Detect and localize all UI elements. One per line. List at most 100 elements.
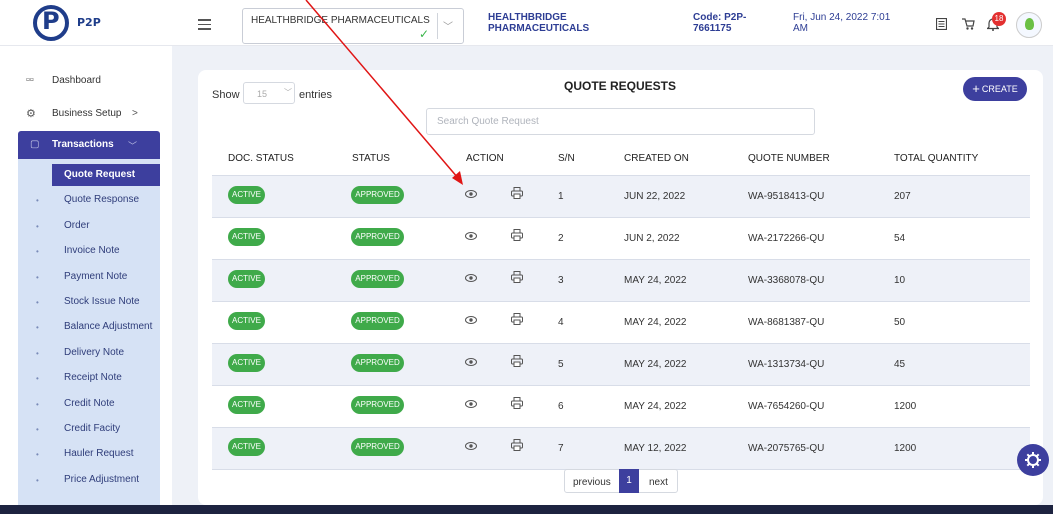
chevron-down-icon: ﹀ [284, 88, 292, 97]
sidebar-subitem-quote-request[interactable]: Quote Request [52, 164, 160, 186]
company-select[interactable]: HEALTHBRIDGE PHARMACEUTICALS ✓ ﹀ [242, 8, 464, 44]
quote-number-cell: WA-1313734-QU [748, 359, 825, 370]
sidebar-subitem-price-adjustment[interactable]: • Price Adjustment [18, 469, 160, 491]
column-header[interactable]: TOTAL QUANTITY [894, 153, 978, 164]
notification-badge: 18 [992, 12, 1006, 26]
column-header[interactable]: ACTION [466, 153, 504, 164]
sidebar-subitem-credit-note[interactable]: • Credit Note [18, 393, 160, 415]
create-button[interactable]: + CREATE [963, 77, 1027, 101]
dashboard-icon: ▫▫ [26, 74, 34, 86]
transactions-icon: ▢ [30, 139, 40, 150]
search-input[interactable] [426, 108, 815, 135]
printer-icon[interactable] [511, 439, 523, 451]
doc-status-badge: ACTIVE [228, 312, 265, 330]
plus-icon: + [972, 81, 980, 96]
settings-fab[interactable] [1017, 444, 1049, 476]
bullet-icon: • [36, 399, 39, 409]
status-badge: APPROVED [351, 438, 404, 456]
column-header[interactable]: S/N [558, 153, 575, 164]
status-badge: APPROVED [351, 396, 404, 414]
eye-icon[interactable] [465, 273, 477, 283]
sn-cell: 7 [558, 443, 564, 454]
eye-icon[interactable] [465, 399, 477, 409]
sidebar-subitem-receipt-note[interactable]: • Receipt Note [18, 367, 160, 389]
sidebar-subitem-payment-note[interactable]: • Payment Note [18, 266, 160, 288]
gear-icon: ⚙ [26, 108, 36, 120]
next-page-button[interactable]: next [649, 477, 668, 488]
eye-icon[interactable] [465, 189, 477, 199]
chevron-down-icon[interactable]: ﹀ [443, 18, 453, 33]
status-badge: APPROVED [351, 354, 404, 372]
doc-status-badge: ACTIVE [228, 186, 265, 204]
sidebar-subitem-hauler-request[interactable]: • Hauler Request [18, 443, 160, 465]
bullet-icon: • [36, 374, 39, 384]
sidebar-subitem-invoice-note[interactable]: • Invoice Note [18, 240, 160, 262]
sidebar-subitem-delivery-note[interactable]: • Delivery Note [18, 342, 160, 364]
sidebar-subitem-stock-issue-note[interactable]: • Stock Issue Note [18, 291, 160, 313]
total-quantity-cell: 1200 [894, 401, 917, 412]
company-code: Code: P2P-7661175 [693, 12, 747, 34]
bottom-bar [0, 505, 1053, 514]
column-header[interactable]: CREATED ON [624, 153, 689, 164]
quote-number-cell: WA-3368078-QU [748, 275, 825, 286]
sidebar-subitem-credit-facity[interactable]: • Credit Facity [18, 418, 160, 440]
previous-page-button[interactable]: previous [573, 477, 611, 488]
eye-icon[interactable] [465, 441, 477, 451]
total-quantity-cell: 54 [894, 233, 906, 244]
quote-number-cell: WA-2075765-QU [748, 443, 825, 454]
sidebar-item-business-setup[interactable]: ⚙ Business Setup > [18, 105, 160, 125]
created-on-cell: MAY 24, 2022 [624, 275, 687, 286]
column-header[interactable]: QUOTE NUMBER [748, 153, 830, 164]
sidebar-subitem-balance-adjustment[interactable]: • Balance Adjustment [18, 316, 160, 338]
column-header[interactable]: STATUS [352, 153, 390, 164]
sn-cell: 2 [558, 233, 564, 244]
sidebar-item-transactions[interactable]: ▢ Transactions ﹀ [18, 131, 160, 159]
bullet-icon: • [36, 425, 39, 434]
created-on-cell: JUN 22, 2022 [624, 191, 686, 202]
printer-icon[interactable] [511, 355, 523, 367]
sidebar-subitem-order[interactable]: • Order [18, 215, 160, 237]
sn-cell: 5 [558, 359, 564, 370]
company-select-value: HEALTHBRIDGE PHARMACEUTICALS [251, 15, 430, 26]
table-row: ACTIVE APPROVED 2 JUN 2, 2022 WA-2172266-QU 5… [212, 218, 1030, 259]
quote-number-cell: WA-8681387-QU [748, 317, 825, 328]
avatar[interactable] [1016, 12, 1042, 38]
bullet-icon: • [36, 348, 39, 358]
page-1-button[interactable]: 1 [619, 469, 639, 493]
page-size-select[interactable]: 15 ﹀ [243, 82, 295, 104]
sidebar: ▫▫ Dashboard ⚙ Business Setup > ▢ Transa… [0, 46, 172, 505]
table-row: ACTIVE APPROVED 1 JUN 22, 2022 WA-9518413-QU… [212, 176, 1030, 217]
quote-number-cell: WA-9518413-QU [748, 191, 825, 202]
eye-icon[interactable] [465, 315, 477, 325]
doc-status-badge: ACTIVE [228, 354, 265, 372]
cart-icon[interactable] [962, 18, 975, 30]
eye-icon[interactable] [465, 357, 477, 367]
status-badge: APPROVED [351, 312, 404, 330]
sn-cell: 4 [558, 317, 564, 328]
table-row: ACTIVE APPROVED 4 MAY 24, 2022 WA-8681387-QU… [212, 302, 1030, 343]
printer-icon[interactable] [511, 187, 523, 199]
sn-cell: 3 [558, 275, 564, 286]
printer-icon[interactable] [511, 397, 523, 409]
eye-icon[interactable] [465, 231, 477, 241]
table-row: ACTIVE APPROVED 7 MAY 12, 2022 WA-2075765-QU… [212, 428, 1030, 469]
logo[interactable]: P P2P [33, 5, 113, 41]
doc-status-badge: ACTIVE [228, 270, 265, 288]
table-row: ACTIVE APPROVED 5 MAY 24, 2022 WA-1313734-QU… [212, 344, 1030, 385]
total-quantity-cell: 10 [894, 275, 906, 286]
current-datetime: Fri, Jun 24, 2022 7:01 AM [793, 12, 891, 34]
menu-icon[interactable] [198, 19, 211, 30]
doc-status-badge: ACTIVE [228, 228, 265, 246]
printer-icon[interactable] [511, 313, 523, 325]
document-icon[interactable] [936, 18, 947, 30]
created-on-cell: MAY 24, 2022 [624, 359, 687, 370]
entries-label: entries [299, 89, 333, 101]
chevron-right-icon: > [132, 108, 138, 119]
printer-icon[interactable] [511, 229, 523, 241]
sidebar-subitem-quote-response[interactable]: • Quote Response [18, 189, 160, 211]
doc-status-badge: ACTIVE [228, 396, 265, 414]
page-title: QUOTE REQUESTS [563, 79, 676, 93]
printer-icon[interactable] [511, 271, 523, 283]
column-header[interactable]: DOC. STATUS [228, 153, 294, 164]
table-row: ACTIVE APPROVED 6 MAY 24, 2022 WA-7654260-QU… [212, 386, 1030, 427]
